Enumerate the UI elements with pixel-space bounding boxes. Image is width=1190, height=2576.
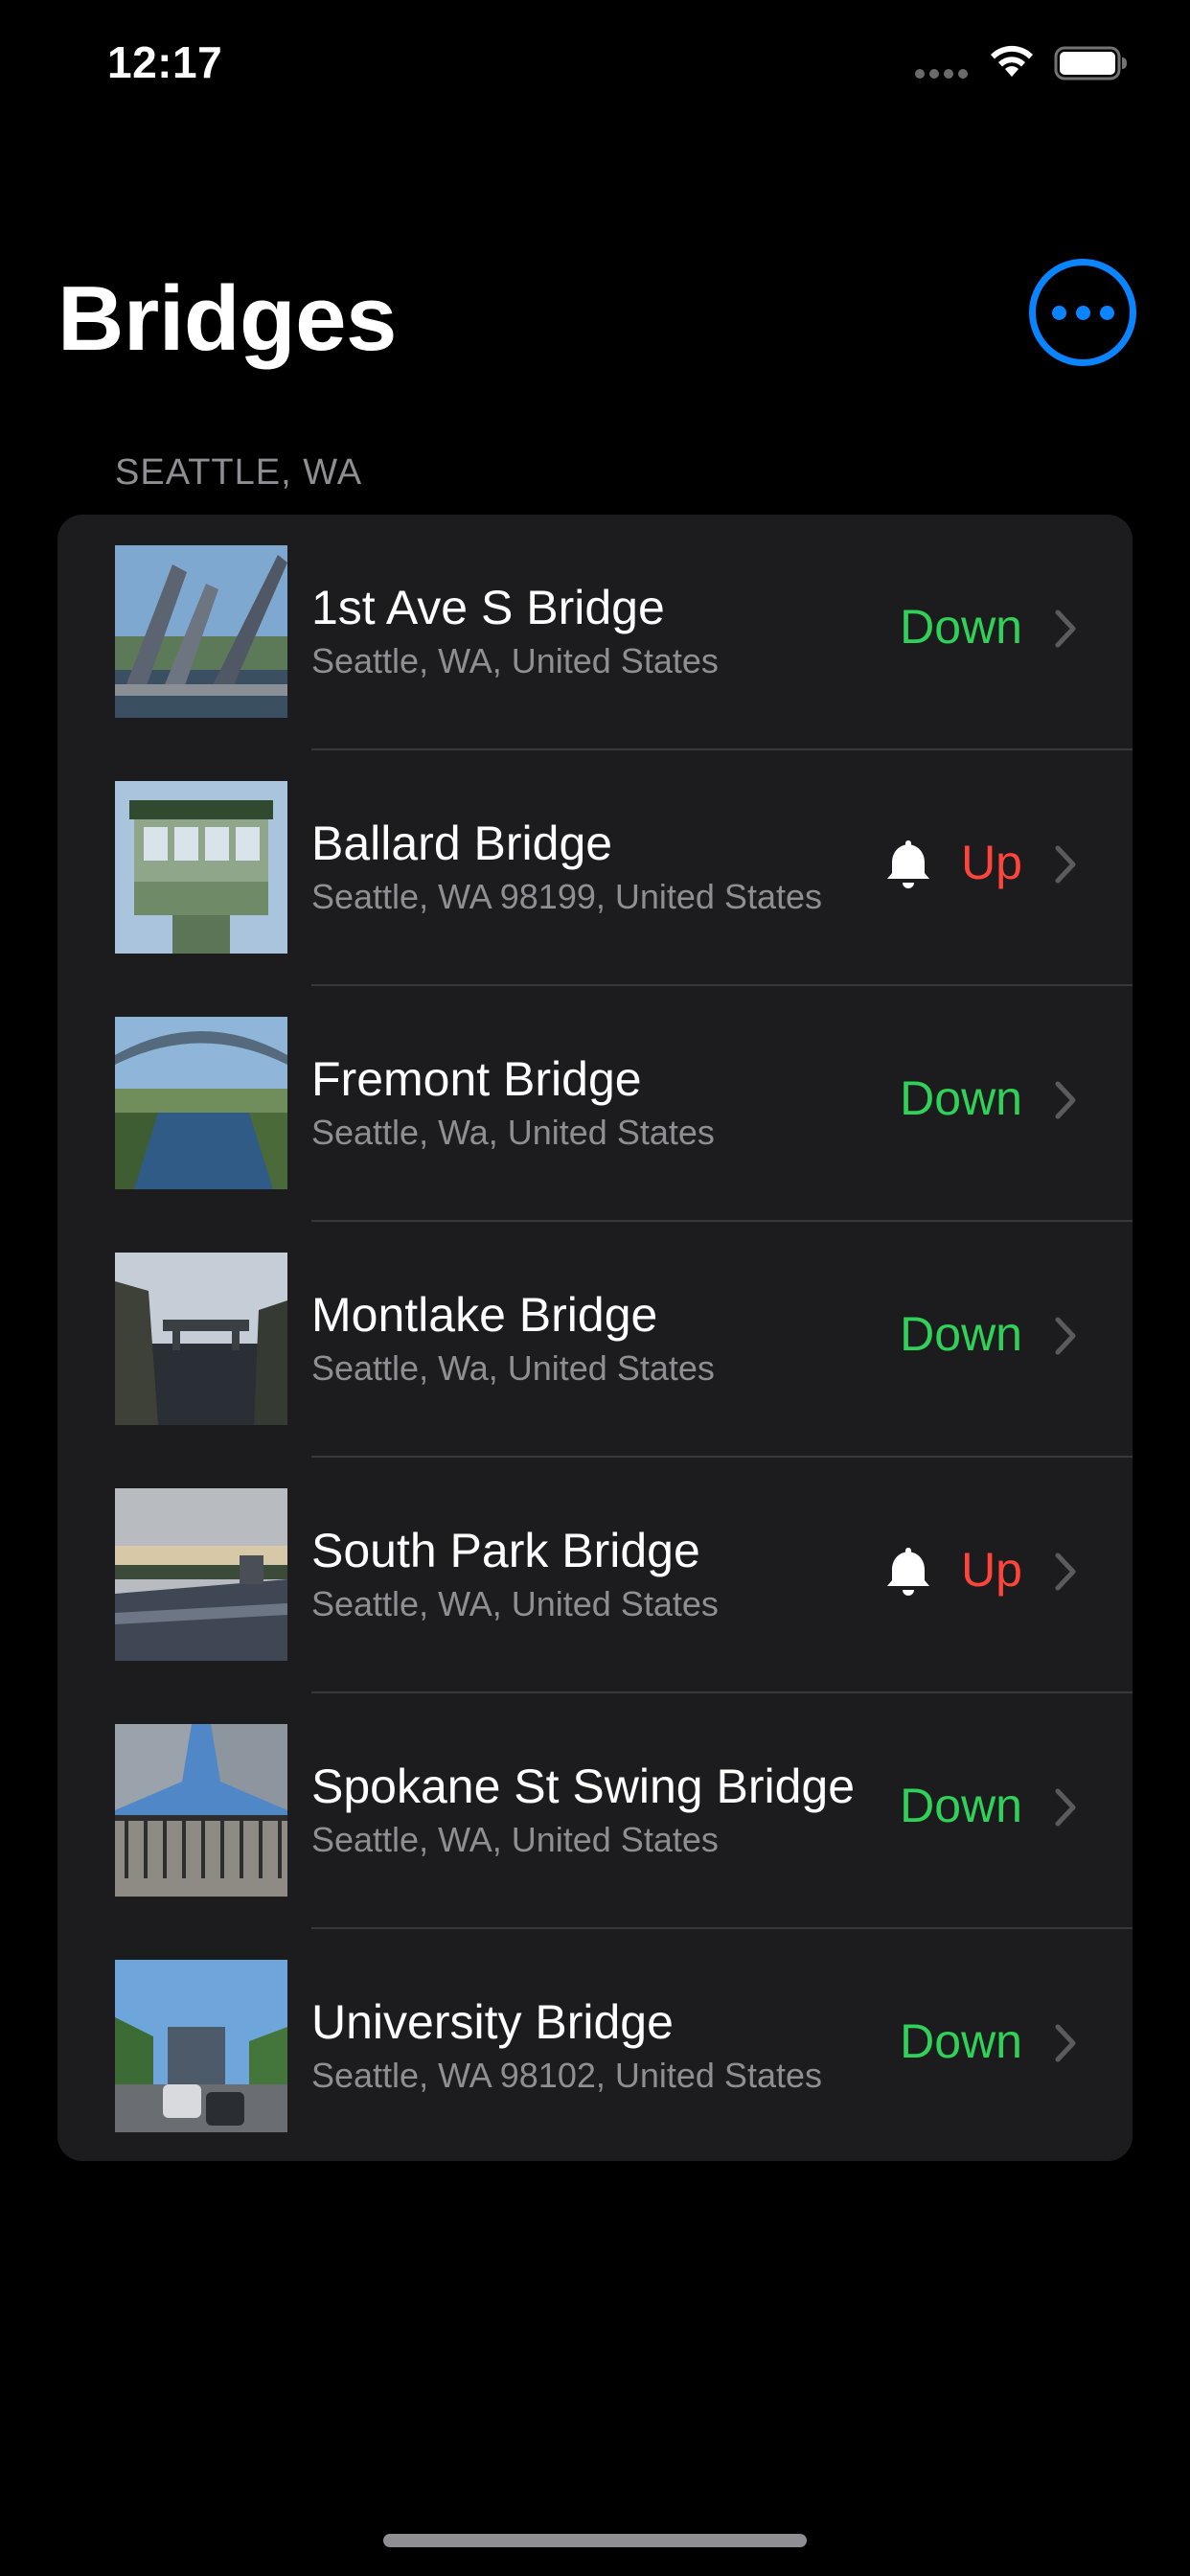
chevron-right-icon [1055,1317,1076,1355]
bridge-row[interactable]: Montlake Bridge Seattle, Wa, United Stat… [57,1222,1133,1458]
bell-icon [887,840,929,888]
battery-icon [1054,46,1127,80]
page-title: Bridges [57,267,397,370]
bridge-status: Up [961,836,1022,889]
chevron-right-icon [1055,610,1076,648]
bridge-address: Seattle, WA 98199, United States [311,877,822,916]
bridge-name: Fremont Bridge [311,1052,642,1106]
bridge-photo [115,1017,287,1189]
bridge-status: Up [961,1543,1022,1597]
wifi-icon [991,45,1033,77]
status-bar: 12:17 [0,0,1190,134]
bridge-name: 1st Ave S Bridge [311,581,665,634]
bridge-status: Down [900,600,1022,654]
bridge-address: Seattle, Wa, United States [311,1113,715,1152]
bridge-status: Down [900,1307,1022,1361]
bridge-photo [115,1253,287,1425]
bridge-address: Seattle, WA 98102, United States [311,2056,822,2095]
status-time: 12:17 [107,37,223,87]
bridge-photo [115,545,287,718]
chevron-right-icon [1055,845,1076,884]
bridge-address: Seattle, WA, United States [311,1820,719,1859]
bridge-address: Seattle, WA, United States [311,1584,719,1623]
ellipsis-circle-icon [1051,305,1066,320]
bridge-name: University Bridge [311,1995,674,2049]
bridge-photo [115,1724,287,1897]
bridge-status: Down [900,1071,1022,1125]
bridge-name: Spokane St Swing Bridge [311,1760,856,1813]
bridge-status: Down [900,1779,1022,1832]
bridge-list: 1st Ave S Bridge Seattle, WA, United Sta… [57,515,1133,2161]
bridge-name: South Park Bridge [311,1524,700,1577]
bridge-name: Ballard Bridge [311,816,613,870]
bridge-row[interactable]: 1st Ave S Bridge Seattle, WA, United Sta… [57,515,1133,750]
chevron-right-icon [1055,1788,1076,1827]
section-header: SEATTLE, WA [115,452,363,493]
bridge-address: Seattle, WA, United States [311,641,719,680]
home-indicator[interactable] [383,2534,807,2547]
bridge-photo [115,1488,287,1661]
bridge-address: Seattle, Wa, United States [311,1348,715,1388]
bell-icon [887,1548,929,1596]
bridge-row[interactable]: University Bridge Seattle, WA 98102, Uni… [57,1929,1133,2161]
bridge-row[interactable]: South Park Bridge Seattle, WA, United St… [57,1458,1133,1693]
more-options-button[interactable] [1029,259,1136,366]
bridge-photo [115,781,287,954]
bridge-row[interactable]: Fremont Bridge Seattle, Wa, United State… [57,986,1133,1222]
bridge-photo [115,1960,287,2132]
bridge-name: Montlake Bridge [311,1288,658,1342]
bridge-row[interactable]: Spokane St Swing Bridge Seattle, WA, Uni… [57,1693,1133,1929]
chevron-right-icon [1055,1081,1076,1119]
chevron-right-icon [1055,2024,1076,2062]
bridge-status: Down [900,2014,1022,2068]
bridge-row[interactable]: Ballard Bridge Seattle, WA 98199, United… [57,750,1133,986]
chevron-right-icon [1055,1552,1076,1591]
cellular-signal-icon [915,69,968,79]
